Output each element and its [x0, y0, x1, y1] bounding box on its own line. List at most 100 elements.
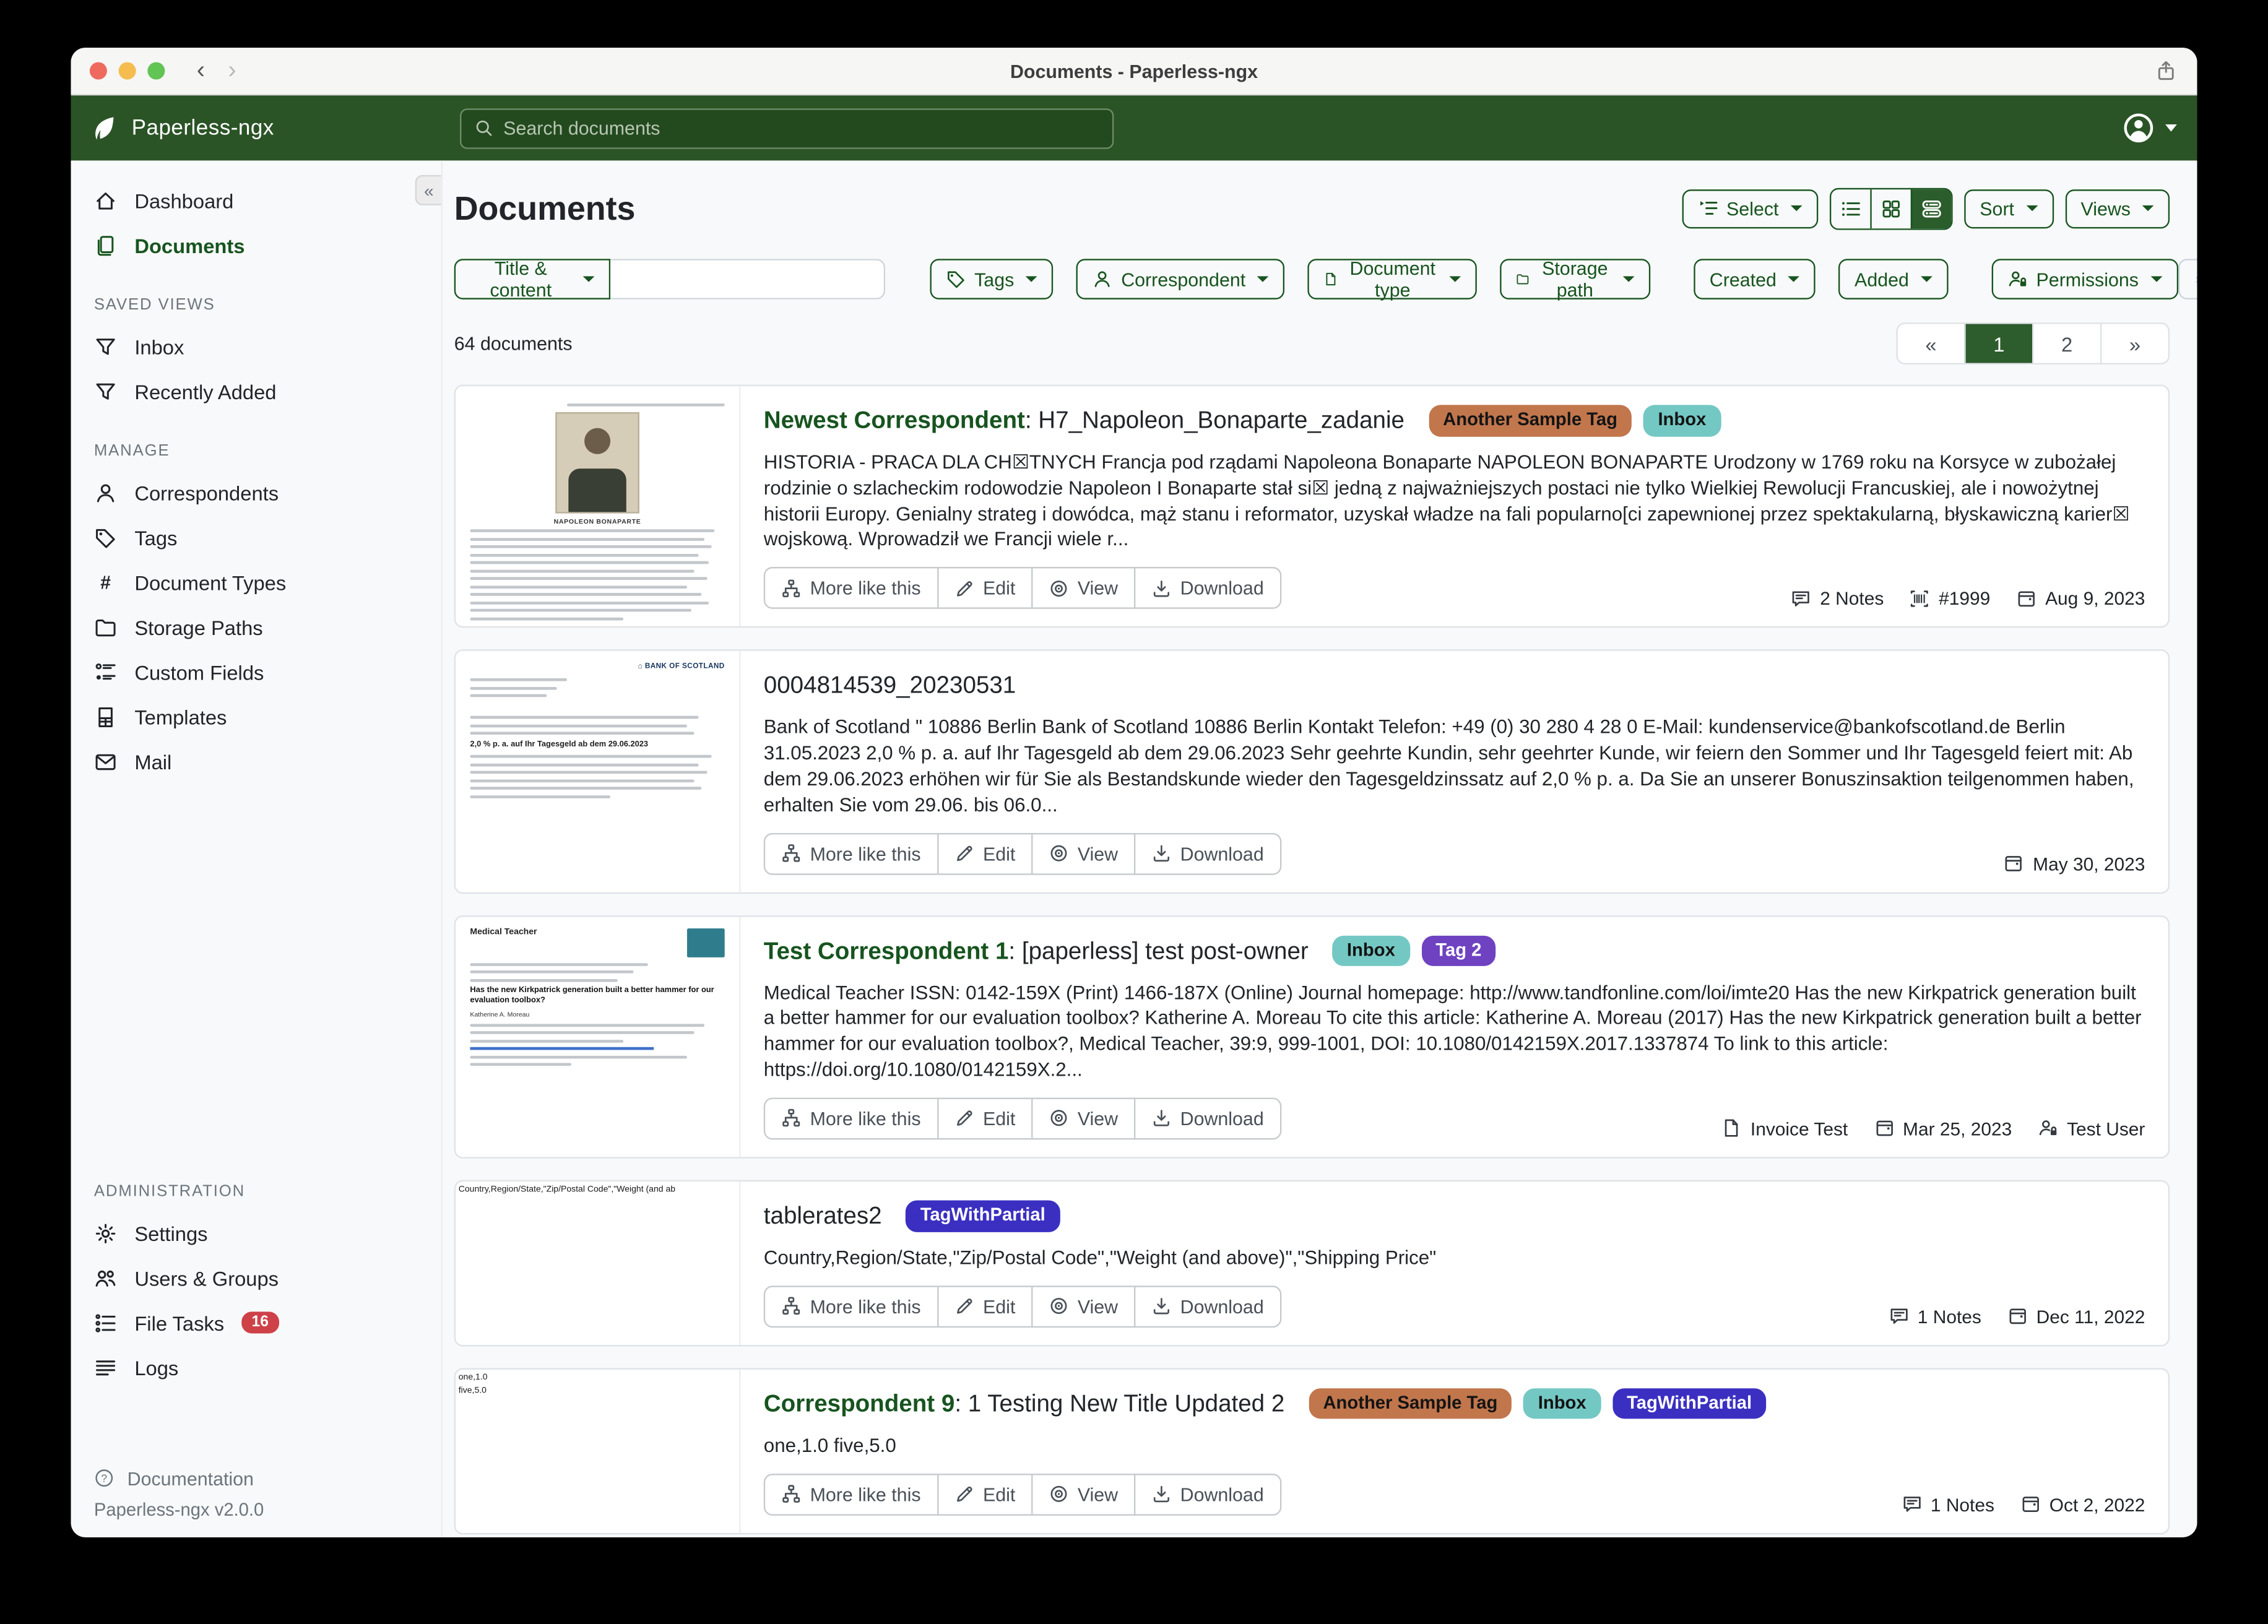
meta-label: May 30, 2023 — [2033, 853, 2145, 875]
view-button[interactable]: View — [1031, 832, 1135, 875]
sidebar-item-inbox[interactable]: Inbox — [71, 324, 441, 368]
view-mode-detail-button[interactable] — [1910, 189, 1950, 228]
edit-button[interactable]: Edit — [937, 1285, 1032, 1328]
views-button[interactable]: Views — [2065, 189, 2170, 228]
filter-added-button[interactable]: Added — [1838, 259, 1948, 299]
more-like-this-button[interactable]: More like this — [764, 1473, 938, 1515]
download-button[interactable]: Download — [1134, 1285, 1281, 1328]
meta-notes[interactable]: 1 Notes — [1902, 1493, 1994, 1515]
filter-text-input[interactable] — [610, 259, 885, 299]
edit-button[interactable]: Edit — [937, 832, 1032, 875]
calendar-icon — [2020, 1494, 2041, 1514]
document-title-row: Correspondent 9: 1 Testing New Title Upd… — [764, 1386, 2145, 1421]
view-button[interactable]: View — [1031, 1473, 1135, 1515]
pagination-page-1[interactable]: 1 — [1964, 324, 2032, 363]
document-title[interactable]: 1 Testing New Title Updated 2 — [968, 1391, 1285, 1417]
share-icon[interactable] — [2155, 59, 2177, 90]
document-title[interactable]: 0004814539_20230531 — [764, 673, 1016, 699]
more-like-this-button[interactable]: More like this — [764, 832, 938, 875]
view-button[interactable]: View — [1031, 568, 1135, 610]
more-like-this-button[interactable]: More like this — [764, 1097, 938, 1139]
action-label: View — [1078, 1108, 1118, 1129]
view-mode-list-button[interactable] — [1831, 189, 1870, 228]
chevron-down-icon — [1257, 276, 1269, 282]
document-thumbnail[interactable]: Country,Region/State,"Zip/Postal Code","… — [456, 1181, 739, 1345]
reset-filters-button[interactable]: Reset filters — [2178, 259, 2197, 299]
correspondent-link[interactable]: Newest Correspondent — [764, 408, 1025, 434]
close-window-button[interactable] — [90, 62, 107, 79]
filter-created-button[interactable]: Created — [1694, 259, 1816, 299]
select-button[interactable]: Select — [1682, 189, 1818, 228]
sort-button[interactable]: Sort — [1964, 189, 2054, 228]
document-title[interactable]: tablerates2 — [764, 1203, 882, 1229]
window-controls[interactable] — [90, 62, 165, 79]
tag-chip[interactable]: Inbox — [1643, 405, 1721, 436]
document-thumbnail[interactable]: NAPOLEON BONAPARTE — [456, 386, 739, 627]
more-like-this-button[interactable]: More like this — [764, 1285, 938, 1328]
sidebar-item-documents[interactable]: Documents — [71, 223, 441, 267]
document-thumbnail[interactable]: one,1.0five,5.0 — [456, 1369, 739, 1532]
file-icon — [1323, 269, 1338, 290]
tag-chip[interactable]: Another Sample Tag — [1429, 405, 1632, 436]
sidebar-item-custom-fields[interactable]: Custom Fields — [71, 649, 441, 694]
sidebar-item-users-groups[interactable]: Users & Groups — [71, 1255, 441, 1300]
tag-chip[interactable]: TagWithPartial — [1612, 1388, 1767, 1420]
filter-correspondent-button[interactable]: Correspondent — [1076, 259, 1284, 299]
pagination-page-2[interactable]: 2 — [2032, 324, 2100, 363]
filter-permissions-button[interactable]: Permissions — [1991, 259, 2178, 299]
tag-chip[interactable]: Inbox — [1523, 1388, 1601, 1420]
user-menu[interactable] — [2122, 111, 2177, 145]
sidebar-item-document-types[interactable]: #Document Types — [71, 559, 441, 604]
download-button[interactable]: Download — [1134, 1473, 1281, 1515]
tag-chip[interactable]: TagWithPartial — [906, 1200, 1060, 1232]
filter-tags-button[interactable]: Tags — [930, 259, 1054, 299]
filter-document-type-button[interactable]: Document type — [1308, 259, 1478, 299]
action-label: View — [1078, 842, 1118, 864]
download-button[interactable]: Download — [1134, 1097, 1281, 1139]
tag-chip[interactable]: Inbox — [1333, 935, 1410, 967]
search-input[interactable]: Search documents — [460, 108, 1114, 148]
maximize-window-button[interactable] — [147, 62, 165, 79]
tag-chip[interactable]: Tag 2 — [1421, 935, 1496, 967]
sidebar-item-recently-added[interactable]: Recently Added — [71, 369, 441, 413]
edit-button[interactable]: Edit — [937, 568, 1032, 610]
document-thumbnail[interactable]: Medical Teacher Has the new Kirkpatrick … — [456, 917, 739, 1157]
sidebar-item-settings[interactable]: Settings — [71, 1211, 441, 1255]
filter-storage-path-button[interactable]: Storage path — [1500, 259, 1650, 299]
action-label: Edit — [983, 1108, 1015, 1129]
sidebar-item-dashboard[interactable]: Dashboard — [71, 178, 441, 222]
view-button[interactable]: View — [1031, 1285, 1135, 1328]
browser-back-icon[interactable]: ‹ — [197, 56, 205, 85]
correspondent-link[interactable]: Test Correspondent 1 — [764, 938, 1009, 964]
documentation-link[interactable]: ? Documentation — [71, 1459, 441, 1497]
more-like-this-button[interactable]: More like this — [764, 568, 938, 610]
browser-forward-icon[interactable]: › — [228, 56, 236, 85]
sidebar-item-tags[interactable]: Tags — [71, 515, 441, 559]
search-field-selector[interactable]: Title & content — [454, 259, 611, 299]
meta-notes[interactable]: 1 Notes — [1889, 1306, 1981, 1328]
download-icon — [1151, 1296, 1172, 1316]
minimize-window-button[interactable] — [119, 62, 136, 79]
document-thumbnail[interactable]: ⌂ BANK OF SCOTLAND 2,0 % p. a. auf Ihr T… — [456, 651, 739, 892]
sidebar-item-logs[interactable]: Logs — [71, 1345, 441, 1389]
sidebar-item-templates[interactable]: Templates — [71, 694, 441, 739]
sidebar-item-file-tasks[interactable]: File Tasks16 — [71, 1300, 441, 1345]
pagination-next[interactable]: » — [2100, 324, 2168, 363]
view-mode-grid-button[interactable] — [1870, 189, 1910, 228]
view-button[interactable]: View — [1031, 1097, 1135, 1139]
tag-chip[interactable]: Another Sample Tag — [1309, 1388, 1512, 1420]
edit-button[interactable]: Edit — [937, 1097, 1032, 1139]
document-title[interactable]: H7_Napoleon_Bonaparte_zadanie — [1038, 408, 1405, 434]
download-button[interactable]: Download — [1134, 832, 1281, 875]
download-button[interactable]: Download — [1134, 568, 1281, 610]
sidebar-item-correspondents[interactable]: Correspondents — [71, 470, 441, 514]
pagination-prev[interactable]: « — [1898, 324, 1964, 363]
sidebar-item-mail[interactable]: Mail — [71, 739, 441, 784]
app-brand[interactable]: Paperless-ngx — [71, 113, 441, 142]
correspondent-link[interactable]: Correspondent 9 — [764, 1391, 955, 1417]
sidebar-collapse-button[interactable]: « — [415, 175, 441, 205]
document-title[interactable]: [paperless] test post-owner — [1022, 938, 1309, 964]
edit-button[interactable]: Edit — [937, 1473, 1032, 1515]
sidebar-item-storage-paths[interactable]: Storage Paths — [71, 605, 441, 649]
meta-notes[interactable]: 2 Notes — [1791, 587, 1884, 609]
